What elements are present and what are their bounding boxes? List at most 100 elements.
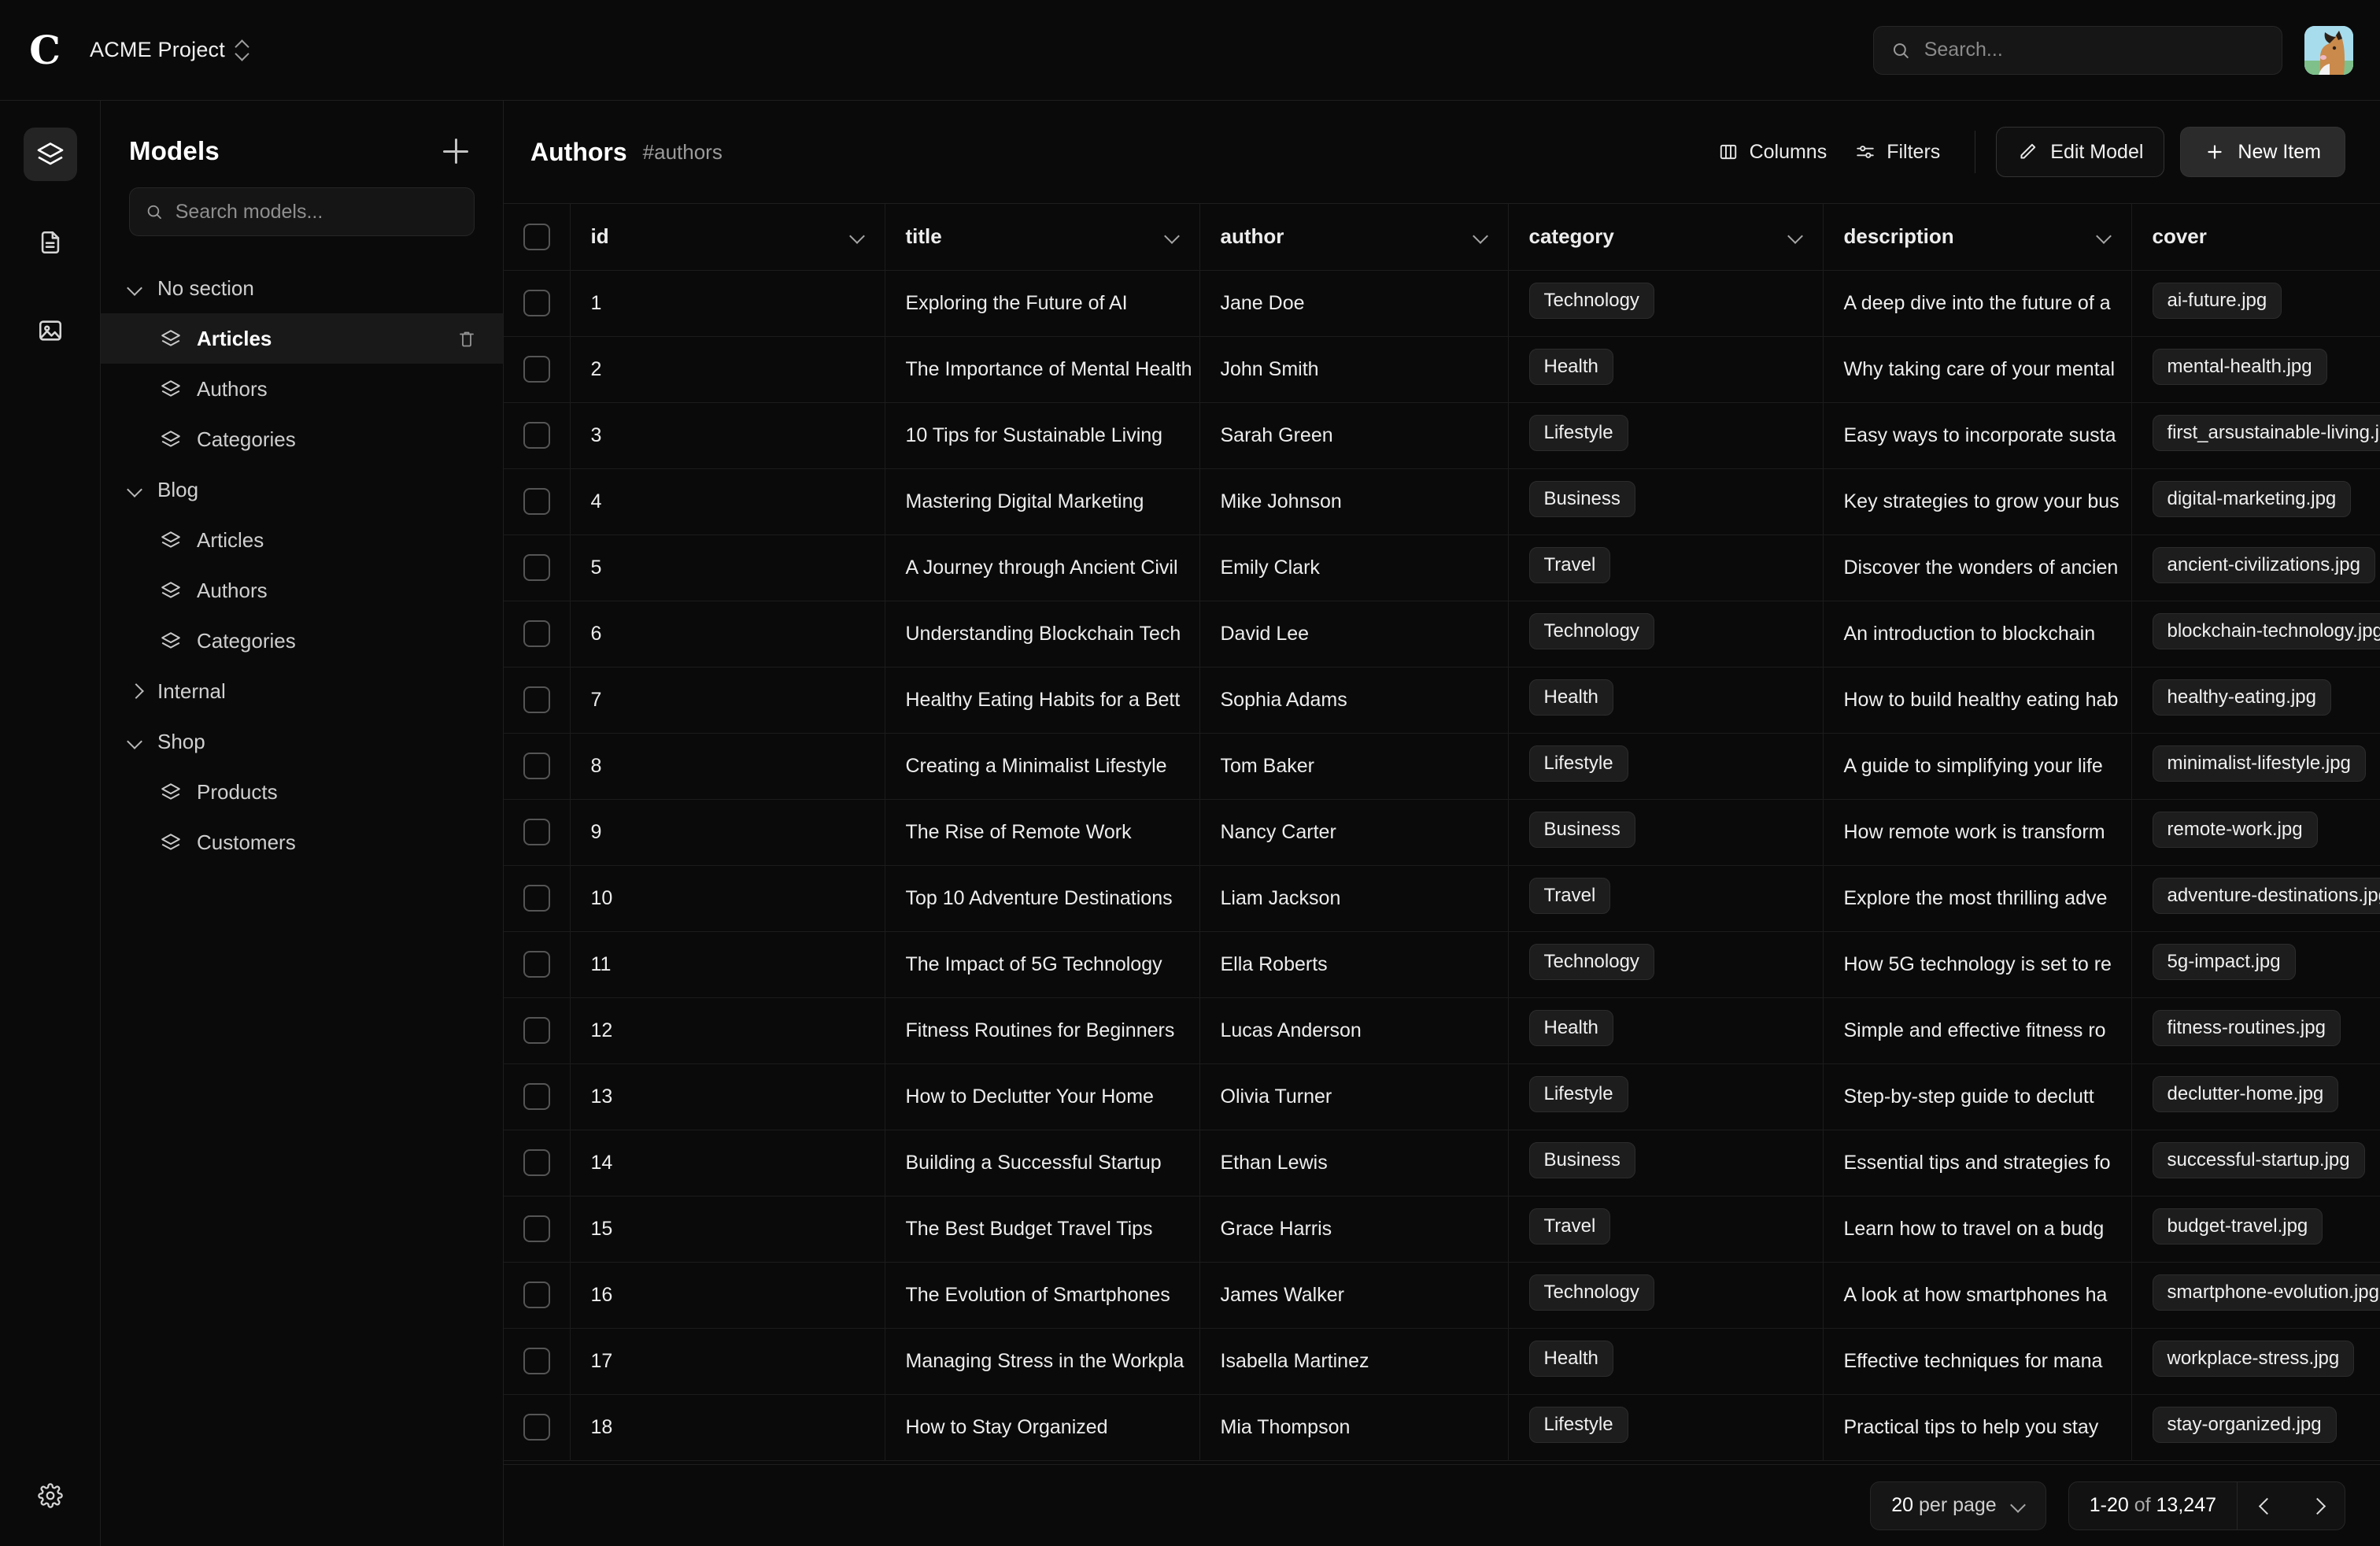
edit-model-button[interactable]: Edit Model — [1996, 127, 2165, 177]
chevron-down-icon[interactable] — [2097, 230, 2111, 244]
row-checkbox[interactable] — [523, 1149, 550, 1176]
project-switcher[interactable]: ACME Project — [82, 31, 255, 68]
cell-description: An introduction to blockchain — [1823, 601, 2132, 668]
row-checkbox[interactable] — [523, 819, 550, 845]
global-search[interactable] — [1873, 25, 2282, 75]
row-checkbox[interactable] — [523, 1348, 550, 1374]
trash-icon[interactable] — [457, 329, 476, 348]
sidebar-item-articles[interactable]: Articles — [101, 515, 503, 565]
row-checkbox[interactable] — [523, 422, 550, 449]
user-avatar[interactable] — [2304, 25, 2353, 75]
row-checkbox[interactable] — [523, 290, 550, 316]
rail-item-models[interactable] — [23, 128, 77, 181]
cell-cover: remote-work.jpg — [2131, 799, 2380, 866]
cell-id: 2 — [570, 336, 885, 403]
sidebar-item-customers[interactable]: Customers — [101, 817, 503, 867]
table-row[interactable]: 9 The Rise of Remote Work Nancy Carter Busi… — [504, 799, 2380, 866]
sidebar-item-articles[interactable]: Articles — [101, 313, 503, 364]
sidebar-section-internal[interactable]: Internal — [101, 666, 503, 716]
table-row[interactable]: 1 Exploring the Future of AI Jane Doe Techn… — [504, 270, 2380, 337]
model-search-input[interactable] — [175, 200, 458, 224]
row-checkbox[interactable] — [523, 885, 550, 912]
table-row[interactable]: 18 How to Stay Organized Mia Thompson Lifes… — [504, 1394, 2380, 1461]
cell-text: The Rise of Remote Work — [905, 820, 1132, 843]
sidebar-item-products[interactable]: Products — [101, 767, 503, 817]
row-checkbox[interactable] — [523, 488, 550, 515]
row-checkbox[interactable] — [523, 1017, 550, 1044]
model-search[interactable] — [129, 187, 475, 236]
sidebar-section-shop[interactable]: Shop — [101, 716, 503, 767]
sidebar-item-categories[interactable]: Categories — [101, 616, 503, 666]
table-row[interactable]: 8 Creating a Minimalist Lifestyle Tom Bake… — [504, 733, 2380, 800]
table-row[interactable]: 10 Top 10 Adventure Destinations Liam Jack… — [504, 865, 2380, 932]
chevron-down-icon[interactable] — [850, 230, 864, 244]
chevron-down-icon — [128, 482, 143, 497]
data-table-container[interactable]: id title author category description cover 1 E… — [504, 203, 2380, 1464]
row-checkbox[interactable] — [523, 554, 550, 581]
column-header-title[interactable]: title — [885, 204, 1200, 271]
row-checkbox[interactable] — [523, 1083, 550, 1110]
select-all-checkbox[interactable] — [523, 223, 550, 250]
row-select-cell — [504, 1262, 571, 1329]
project-name: ACME Project — [90, 38, 225, 61]
cell-id: 9 — [570, 799, 885, 866]
table-row[interactable]: 7 Healthy Eating Habits for a Bett Sophia … — [504, 667, 2380, 734]
filters-label: Filters — [1887, 140, 1941, 163]
sidebar-section-blog[interactable]: Blog — [101, 464, 503, 515]
sidebar-item-authors[interactable]: Authors — [101, 565, 503, 616]
table-row[interactable]: 6 Understanding Blockchain Tech David Lee T… — [504, 601, 2380, 668]
cell-text: 10 Tips for Sustainable Living — [905, 423, 1163, 446]
cell-text: Essential tips and strategies fo — [1843, 1151, 2111, 1174]
row-checkbox[interactable] — [523, 1215, 550, 1242]
cell-title: Managing Stress in the Workpla — [885, 1328, 1200, 1395]
table-row[interactable]: 4 Mastering Digital Marketing Mike Johnson… — [504, 468, 2380, 535]
row-checkbox[interactable] — [523, 356, 550, 383]
table-row[interactable]: 16 The Evolution of Smartphones James Walk… — [504, 1262, 2380, 1329]
table-row[interactable]: 5 A Journey through Ancient Civil Emily Cl… — [504, 534, 2380, 601]
rail-item-documents[interactable] — [24, 216, 77, 269]
table-row[interactable]: 12 Fitness Routines for Beginners Lucas An… — [504, 997, 2380, 1064]
column-header-id[interactable]: id — [570, 204, 885, 271]
column-header-label: id — [590, 224, 609, 249]
next-page-button[interactable] — [2291, 1482, 2345, 1529]
table-row[interactable]: 17 Managing Stress in the Workpla Isabella… — [504, 1328, 2380, 1395]
table-row[interactable]: 2 The Importance of Mental Health John Smi… — [504, 336, 2380, 403]
cell-cover: adventure-destinations.jpg — [2131, 865, 2380, 932]
per-page-select[interactable]: 20 per page — [1870, 1481, 2046, 1530]
table-row[interactable]: 3 10 Tips for Sustainable Living Sarah Gre… — [504, 402, 2380, 469]
sidebar-section-no-section[interactable]: No section — [101, 263, 503, 313]
table-row[interactable]: 11 The Impact of 5G Technology Ella Robert… — [504, 931, 2380, 998]
column-header-author[interactable]: author — [1199, 204, 1509, 271]
row-checkbox[interactable] — [523, 753, 550, 779]
chevron-down-icon[interactable] — [1165, 230, 1179, 244]
sidebar-item-categories[interactable]: Categories — [101, 414, 503, 464]
global-search-input[interactable] — [1924, 39, 2264, 61]
row-checkbox[interactable] — [523, 1414, 550, 1441]
prev-page-button[interactable] — [2238, 1482, 2291, 1529]
rail-item-media[interactable] — [24, 304, 77, 357]
table-row[interactable]: 14 Building a Successful Startup Ethan Lew… — [504, 1130, 2380, 1196]
columns-button[interactable]: Columns — [1704, 128, 1842, 176]
cell-title: How to Stay Organized — [885, 1394, 1200, 1461]
add-model-button[interactable] — [440, 135, 471, 167]
cell-category: Health — [1508, 336, 1824, 403]
table-row[interactable]: 15 The Best Budget Travel Tips Grace Harri… — [504, 1196, 2380, 1263]
cell-title: How to Declutter Your Home — [885, 1063, 1200, 1130]
column-header-description[interactable]: description — [1823, 204, 2132, 271]
row-checkbox[interactable] — [523, 951, 550, 978]
sidebar-item-authors[interactable]: Authors — [101, 364, 503, 414]
column-header-category[interactable]: category — [1508, 204, 1824, 271]
row-checkbox[interactable] — [523, 620, 550, 647]
new-item-button[interactable]: New Item — [2180, 127, 2345, 177]
table-row[interactable]: 13 How to Declutter Your Home Olivia Turne… — [504, 1063, 2380, 1130]
rail-item-settings[interactable] — [24, 1469, 77, 1522]
chevron-down-icon[interactable] — [1788, 230, 1802, 244]
column-header-cover[interactable]: cover — [2131, 204, 2380, 271]
filters-button[interactable]: Filters — [1841, 128, 1954, 176]
row-checkbox[interactable] — [523, 686, 550, 713]
cell-cover: declutter-home.jpg — [2131, 1063, 2380, 1130]
chevron-left-icon — [2258, 1500, 2271, 1512]
cell-category: Lifestyle — [1508, 402, 1824, 469]
chevron-down-icon[interactable] — [1473, 230, 1488, 244]
row-checkbox[interactable] — [523, 1282, 550, 1308]
